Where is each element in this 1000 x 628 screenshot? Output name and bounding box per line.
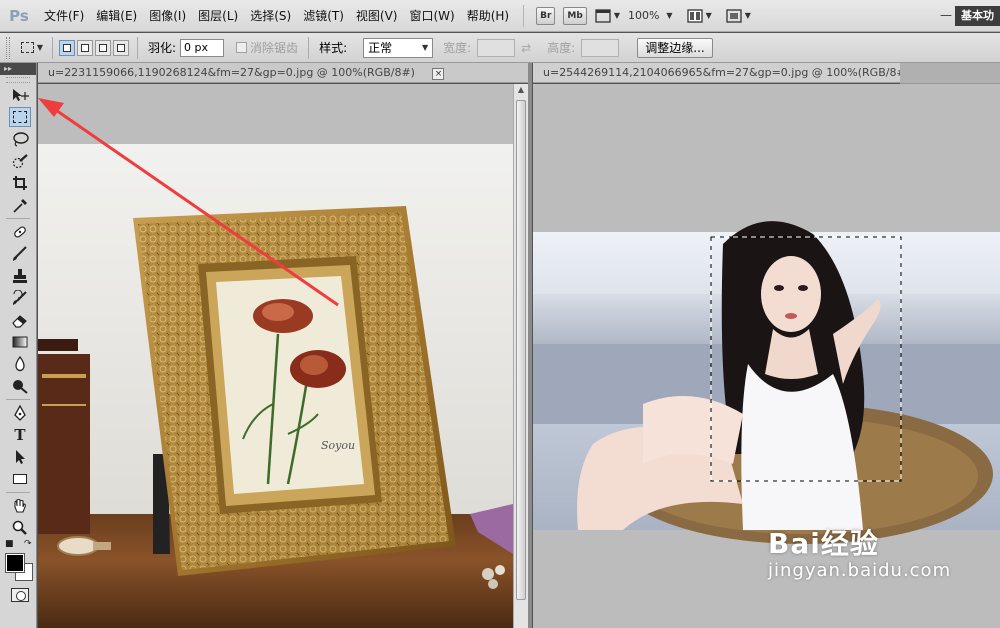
watermark-brand: Bai经验 [768,527,879,560]
watermark: Bai经验 jingyan.baidu.com [768,522,951,581]
photoshop-window: Ps 文件(F) 编辑(E) 图像(I) 图层(L) 选择(S) 滤镜(T) 视… [0,0,1000,628]
watermark-url: jingyan.baidu.com [768,560,952,581]
